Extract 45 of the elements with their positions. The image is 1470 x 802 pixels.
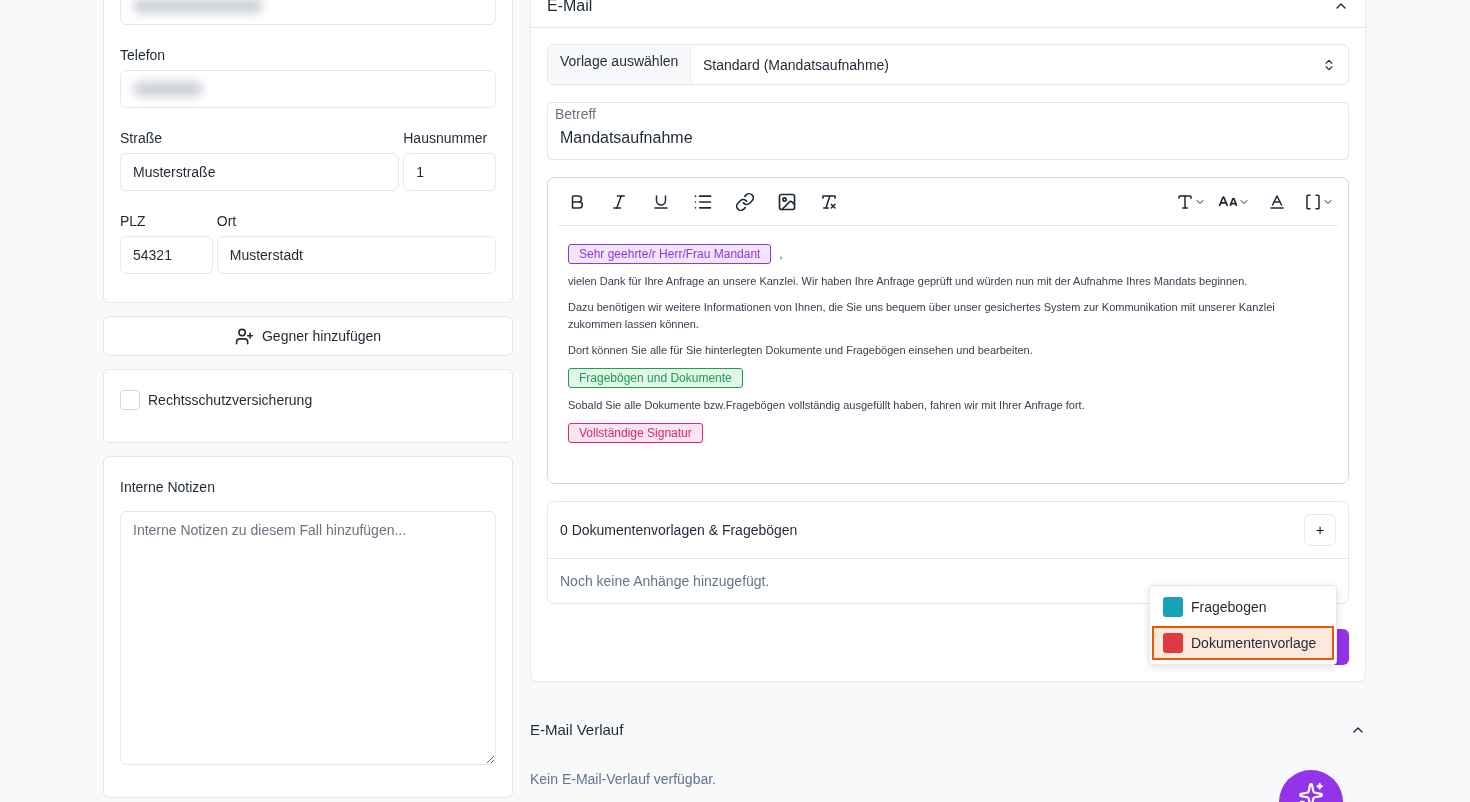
menu-item[interactable]: Dokumentenvorlage [1152, 626, 1334, 660]
field-label: PLZ [120, 213, 146, 229]
text-editor[interactable] [547, 177, 1349, 484]
underline-icon [652, 192, 670, 211]
phone-field[interactable] [120, 70, 496, 108]
body-text: Dort können Sie alle für Sie hinterlegten Dokumente und Fragebögen einsehen und bearbeiten. [568, 343, 1034, 358]
field-label: Hausnummer [403, 130, 488, 146]
field-label: Straße [120, 130, 162, 146]
field-label: Ort [216, 213, 237, 229]
user-plus-icon [234, 326, 254, 346]
body-text: Dazu benötigen wir weitere Informationen von Ihnen, die Sie uns bequem über unser gesichertes System zur Kommunikation mit unserer Kanzlei zukommen lassen können. [568, 300, 1276, 332]
select-label: Vorlage auswählen [559, 52, 680, 71]
sparkles-icon [1298, 782, 1324, 802]
body-text: Sobald Sie alle Dokumente bzw.Fragebögen vollständig ausgefüllt haben, fahren wir mit Ihrer Anfrage fort. [568, 398, 1086, 413]
image-icon [777, 191, 797, 212]
empty-message: Kein E-Mail-Verlauf verfügbar. [530, 771, 716, 787]
card-title: E-Mail [547, 0, 593, 15]
section-title: E-Mail Verlauf [530, 721, 624, 738]
template-select[interactable]: Standard (Mandatsaufnahme) [690, 45, 1348, 84]
menu-item[interactable]: Fragebogen [1152, 590, 1334, 624]
body-text: , [779, 246, 783, 262]
notes-field[interactable]: Interne Notizen zu diesem Fall hinzufügen... [120, 511, 496, 765]
add-opponent-button[interactable]: Gegner hinzufügen [103, 316, 513, 356]
placeholder-tag: Sehr geehrte/r Herr/Frau Mandant [568, 244, 772, 264]
link-icon [735, 191, 755, 212]
placeholder-tag: Vollständige Signatur [568, 423, 703, 443]
checkbox-label: Rechtsschutzversicherung [148, 392, 313, 408]
italic-icon [610, 192, 628, 211]
street-field[interactable]: Musterstraße [120, 153, 400, 191]
clear-format-icon [820, 192, 838, 211]
subject-field[interactable]: Betreff Mandatsaufnahme [547, 102, 1349, 160]
house-number-field[interactable]: 1 [403, 153, 496, 191]
text-color-icon [1268, 192, 1286, 211]
brackets-icon [1304, 192, 1322, 211]
attachments-title: 0 Dokumentenvorlagen & Fragebögen [560, 522, 798, 538]
city-field[interactable]: Musterstadt [216, 236, 496, 274]
checkbox[interactable] [120, 390, 140, 410]
empty-message: Noch keine Anhänge hinzugefügt. [559, 572, 771, 591]
font-icon [1176, 192, 1194, 211]
notes-label: Interne Notizen [120, 479, 216, 495]
placeholder-tag: Fragebögen und Dokumente [568, 368, 743, 388]
zip-field[interactable]: 54321 [120, 236, 213, 274]
body-text: vielen Dank für Ihre Anfrage an unsere Kanzlei. Wir haben Ihre Anfrage geprüft und würden nun mit der Aufnahme Ihres Mandats beginnen. [568, 274, 1249, 289]
field-label: Telefon [120, 47, 167, 63]
add-button[interactable]: + [1304, 514, 1336, 546]
